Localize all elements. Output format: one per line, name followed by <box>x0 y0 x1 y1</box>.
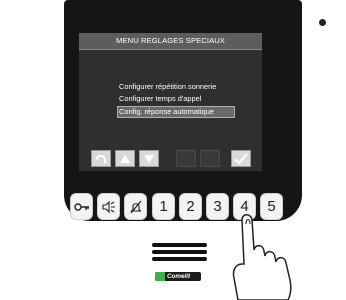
down-softkey[interactable] <box>139 150 159 167</box>
up-softkey[interactable] <box>115 150 135 167</box>
confirm-softkey[interactable] <box>231 150 251 167</box>
bell-muted-icon <box>130 200 141 213</box>
speaker-icon <box>101 200 115 213</box>
door-key-button[interactable] <box>70 193 93 220</box>
brand-logo: Comelit <box>155 272 201 281</box>
speaker-grille <box>152 243 207 263</box>
menu-item-call-time[interactable]: Configurer temps d'appel <box>119 93 259 105</box>
comelit-logo-icon <box>155 272 165 281</box>
empty-softkey <box>200 150 220 167</box>
menu-title: MENU REGLAGES SPECIAUX <box>79 33 262 50</box>
key-2-button[interactable]: 2 <box>179 193 202 220</box>
brand-logo-text: Comelit <box>167 273 191 280</box>
softkey-bar <box>79 146 262 171</box>
menu-item-auto-answer[interactable]: Config. réponse automatique <box>117 106 235 118</box>
empty-softkey <box>176 150 196 167</box>
intercom-device: MENU REGLAGES SPECIAUX Configurer répéti… <box>0 0 346 300</box>
menu-item-ring-repeat[interactable]: Configurer répétition sonnerie <box>119 81 259 93</box>
back-softkey[interactable] <box>91 150 111 167</box>
status-led <box>319 19 326 26</box>
check-icon <box>234 152 248 165</box>
pointing-hand-icon <box>232 214 292 300</box>
key-1-button[interactable]: 1 <box>152 193 175 220</box>
arrow-down-icon <box>144 154 154 163</box>
menu-list: Configurer répétition sonnerie Configure… <box>117 81 259 118</box>
back-icon <box>95 154 106 163</box>
key-icon <box>73 202 89 211</box>
mute-bell-button[interactable] <box>124 193 147 220</box>
display-screen: MENU REGLAGES SPECIAUX Configurer répéti… <box>79 33 262 171</box>
arrow-up-icon <box>120 154 130 163</box>
speaker-button[interactable] <box>97 193 120 220</box>
